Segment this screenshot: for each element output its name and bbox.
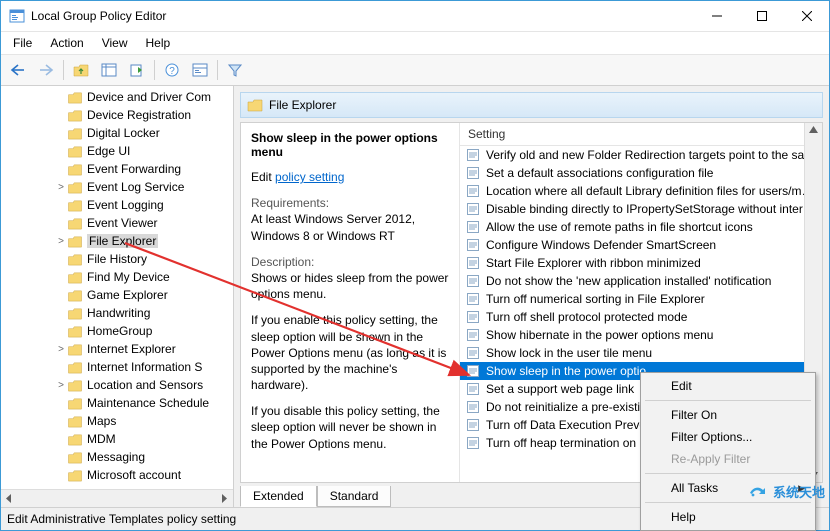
panel-title: File Explorer	[269, 98, 336, 112]
tree-item[interactable]: Microsoft account	[1, 466, 233, 484]
list-view-icon[interactable]	[98, 59, 120, 81]
context-item[interactable]: Help	[643, 506, 813, 528]
setting-row[interactable]: Configure Windows Defender SmartScreen	[460, 236, 804, 254]
up-folder-icon[interactable]	[70, 59, 92, 81]
refresh-export-icon[interactable]	[126, 59, 148, 81]
tree-item[interactable]: Event Forwarding	[1, 160, 233, 178]
panel-header: File Explorer	[240, 92, 823, 118]
folder-icon	[247, 98, 263, 112]
setting-row[interactable]: Start File Explorer with ribbon minimize…	[460, 254, 804, 272]
svg-text:?: ?	[169, 66, 175, 77]
menu-action[interactable]: Action	[42, 34, 91, 52]
toolbar: ?	[1, 55, 829, 86]
tree-item[interactable]: Edge UI	[1, 142, 233, 160]
menu-help[interactable]: Help	[138, 34, 179, 52]
tree-item[interactable]: Digital Locker	[1, 124, 233, 142]
setting-row[interactable]: Do not show the 'new application install…	[460, 272, 804, 290]
requirements-text: At least Windows Server 2012, Windows 8 …	[251, 212, 415, 242]
edit-policy-link[interactable]: policy setting	[275, 170, 344, 184]
tree-item[interactable]: Find My Device	[1, 268, 233, 286]
tree-item[interactable]: MDM	[1, 430, 233, 448]
context-separator	[645, 502, 811, 503]
setting-row[interactable]: Allow the use of remote paths in file sh…	[460, 218, 804, 236]
window-title: Local Group Policy Editor	[31, 9, 694, 23]
description-para-1: If you enable this policy setting, the s…	[251, 312, 449, 393]
maximize-button[interactable]	[739, 1, 784, 31]
menubar: File Action View Help	[1, 32, 829, 55]
description-para-2: If you disable this policy setting, the …	[251, 403, 449, 452]
tab-extended[interactable]: Extended	[240, 486, 317, 507]
menu-view[interactable]: View	[94, 34, 136, 52]
setting-row[interactable]: Set a default associations configuration…	[460, 164, 804, 182]
tree-pane: Device and Driver ComDevice Registration…	[1, 86, 234, 507]
context-item[interactable]: Edit	[643, 375, 813, 397]
tree-item[interactable]: >Internet Explorer	[1, 340, 233, 358]
edit-label: Edit	[251, 170, 275, 184]
tree-item[interactable]: HomeGroup	[1, 322, 233, 340]
toolbar-separator	[217, 60, 218, 80]
back-button[interactable]	[7, 59, 29, 81]
properties-icon[interactable]	[189, 59, 211, 81]
tree-item[interactable]: >Event Log Service	[1, 178, 233, 196]
close-button[interactable]	[784, 1, 829, 31]
selected-setting-title: Show sleep in the power options menu	[251, 131, 449, 159]
tree-item[interactable]: Event Viewer	[1, 214, 233, 232]
context-menu: Edit Filter OnFilter Options...Re-Apply F…	[640, 372, 816, 531]
menu-file[interactable]: File	[5, 34, 40, 52]
tree[interactable]: Device and Driver ComDevice Registration…	[1, 86, 233, 489]
tree-item[interactable]: Messaging	[1, 448, 233, 466]
tree-item[interactable]: Maintenance Schedule	[1, 394, 233, 412]
tree-item[interactable]: >File Explorer	[1, 232, 233, 250]
description-text: Shows or hides sleep from the power opti…	[251, 271, 448, 301]
description-heading: Description:	[251, 255, 314, 269]
requirements-heading: Requirements:	[251, 196, 329, 210]
context-separator	[645, 473, 811, 474]
watermark: 系统天地	[747, 480, 825, 502]
setting-row[interactable]: Verify old and new Folder Redirection ta…	[460, 146, 804, 164]
setting-row[interactable]: Show lock in the user tile menu	[460, 344, 804, 362]
setting-row[interactable]: Show hibernate in the power options menu	[460, 326, 804, 344]
description-pane: Show sleep in the power options menu Edi…	[241, 123, 460, 482]
tab-standard[interactable]: Standard	[317, 486, 392, 507]
setting-row[interactable]: Turn off numerical sorting in File Explo…	[460, 290, 804, 308]
tree-item[interactable]: File History	[1, 250, 233, 268]
setting-row[interactable]: Turn off shell protocol protected mode	[460, 308, 804, 326]
setting-row[interactable]: Disable binding directly to IPropertySet…	[460, 200, 804, 218]
context-item: Re-Apply Filter	[643, 448, 813, 470]
app-icon	[9, 8, 25, 24]
tree-item[interactable]: Handwriting	[1, 304, 233, 322]
tree-item[interactable]: Event Logging	[1, 196, 233, 214]
tree-item[interactable]: Internet Information S	[1, 358, 233, 376]
titlebar: Local Group Policy Editor	[1, 1, 829, 32]
tree-item[interactable]: Game Explorer	[1, 286, 233, 304]
setting-row[interactable]: Location where all default Library defin…	[460, 182, 804, 200]
context-item[interactable]: Filter Options...	[643, 426, 813, 448]
toolbar-separator	[154, 60, 155, 80]
context-item[interactable]: Filter On	[643, 404, 813, 426]
filter-icon[interactable]	[224, 59, 246, 81]
tree-item[interactable]: >Location and Sensors	[1, 376, 233, 394]
tree-horizontal-scrollbar[interactable]	[1, 489, 233, 507]
context-separator	[645, 400, 811, 401]
forward-button[interactable]	[35, 59, 57, 81]
help-icon[interactable]: ?	[161, 59, 183, 81]
settings-column-header[interactable]: Setting	[460, 123, 804, 146]
tree-item[interactable]: Maps	[1, 412, 233, 430]
tree-item[interactable]: Device and Driver Com	[1, 88, 233, 106]
tree-item[interactable]: Device Registration	[1, 106, 233, 124]
toolbar-separator	[63, 60, 64, 80]
minimize-button[interactable]	[694, 1, 739, 31]
